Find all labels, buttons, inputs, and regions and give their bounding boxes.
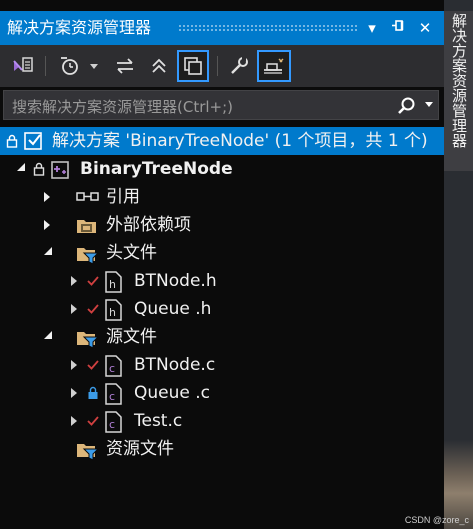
header-file-icon: h <box>105 271 122 293</box>
search-icon[interactable] <box>396 96 416 116</box>
solution-label: 解决方案 'BinaryTreeNode' (1 个项目，共 1 个) <box>52 131 428 151</box>
tree-row-references[interactable]: 引用 <box>0 183 444 211</box>
search-options-dropdown-icon[interactable] <box>425 102 433 107</box>
auto-hide-pin-icon[interactable] <box>388 18 408 38</box>
c-file-icon: c <box>105 411 122 433</box>
svg-text:c: c <box>109 362 115 375</box>
checkmark-icon <box>87 416 99 426</box>
collapsed-arrow-icon[interactable] <box>71 360 77 370</box>
external-dependencies-folder-icon <box>77 220 96 233</box>
toolbar-separator <box>45 56 46 76</box>
checkmark-icon <box>87 276 99 286</box>
tree-row-external-dependencies[interactable]: 外部依赖项 <box>0 211 444 239</box>
show-all-files-button[interactable] <box>177 50 209 82</box>
tree-row-solution[interactable]: 解决方案 'BinaryTreeNode' (1 个项目，共 1 个) <box>0 127 444 155</box>
checkmark-icon <box>87 360 99 370</box>
filter-folder-icon <box>77 444 100 461</box>
references-label: 引用 <box>106 187 140 207</box>
solution-explorer-panel: 解决方案资源管理器 ▾ ✕ 搜索解决方案资源管理器(Ctrl+;) 解决方案 '… <box>0 0 444 529</box>
pin-icon <box>392 20 404 31</box>
search-input[interactable]: 搜索解决方案资源管理器(Ctrl+;) <box>12 96 233 117</box>
collapsed-arrow-icon[interactable] <box>71 416 77 426</box>
chevron-down-icon <box>90 63 98 69</box>
c-file-icon: c <box>105 383 122 405</box>
header-file-icon: h <box>105 299 122 321</box>
tree-row-file[interactable]: c BTNode.c <box>0 351 444 379</box>
filter-folder-icon <box>77 332 100 349</box>
search-box[interactable]: 搜索解决方案资源管理器(Ctrl+;) <box>3 90 439 120</box>
switch-views-button[interactable] <box>9 52 37 80</box>
title-bar[interactable]: 解决方案资源管理器 ▾ ✕ <box>0 11 444 45</box>
preview-icon <box>264 58 284 74</box>
tree-row-file[interactable]: c Queue .c <box>0 379 444 407</box>
cpp-project-icon <box>51 161 69 179</box>
pending-changes-dropdown[interactable] <box>86 52 102 80</box>
solution-icon <box>24 132 42 150</box>
expanded-arrow-icon[interactable] <box>44 331 52 339</box>
preview-selected-items-button[interactable] <box>257 50 291 82</box>
tree-row-project[interactable]: BinaryTreeNode <box>0 155 444 183</box>
visual-studio-views-icon <box>13 57 33 72</box>
wrench-icon <box>231 57 248 74</box>
window-position-dropdown-icon[interactable]: ▾ <box>362 18 382 38</box>
resource-files-label: 资源文件 <box>106 439 174 459</box>
file-label: BTNode.h <box>134 271 217 291</box>
svg-text:h: h <box>109 278 116 291</box>
toolbar-separator <box>217 56 218 76</box>
tree-row-file[interactable]: c Test.c <box>0 407 444 435</box>
tree-row-file[interactable]: h Queue .h <box>0 295 444 323</box>
svg-text:c: c <box>109 390 115 403</box>
tree-row-header-files[interactable]: 头文件 <box>0 239 444 267</box>
expanded-arrow-icon[interactable] <box>17 163 25 171</box>
sync-with-active-document-button[interactable] <box>111 52 139 80</box>
watermark: CSDN @zore_c <box>404 515 469 525</box>
lock-icon <box>6 134 18 148</box>
references-icon <box>76 192 99 201</box>
project-label: BinaryTreeNode <box>80 159 233 179</box>
collapsed-arrow-icon[interactable] <box>71 388 77 398</box>
collapsed-arrow-icon[interactable] <box>44 192 50 202</box>
pending-changes-filter-button[interactable] <box>56 52 84 80</box>
lock-icon <box>88 386 98 399</box>
file-label: Test.c <box>134 411 183 431</box>
collapsed-arrow-icon[interactable] <box>71 304 77 314</box>
file-label: Queue .c <box>134 383 211 403</box>
lock-icon <box>33 162 45 176</box>
sync-arrows-icon <box>117 58 133 74</box>
source-files-label: 源文件 <box>106 327 157 347</box>
collapse-chevrons-icon <box>152 58 166 73</box>
show-all-files-icon <box>184 57 202 75</box>
header-files-label: 头文件 <box>106 243 157 263</box>
expanded-arrow-icon[interactable] <box>44 247 52 255</box>
toolbar <box>0 45 444 87</box>
side-tab-label[interactable]: 解决方案资源管理器 <box>450 13 468 148</box>
title-grip[interactable] <box>178 24 358 32</box>
svg-text:c: c <box>109 418 115 431</box>
collapse-all-button[interactable] <box>145 52 173 80</box>
collapsed-arrow-icon[interactable] <box>71 276 77 286</box>
tree-row-resource-files[interactable]: 资源文件 <box>0 435 444 463</box>
panel-title: 解决方案资源管理器 <box>7 18 152 37</box>
collapsed-arrow-icon[interactable] <box>44 220 50 230</box>
external-dependencies-label: 外部依赖项 <box>106 215 191 235</box>
close-icon[interactable]: ✕ <box>415 18 435 38</box>
svg-text:h: h <box>109 306 116 319</box>
tree-row-source-files[interactable]: 源文件 <box>0 323 444 351</box>
file-label: Queue .h <box>134 299 212 319</box>
checkmark-icon <box>87 304 99 314</box>
file-label: BTNode.c <box>134 355 216 375</box>
clock-history-icon <box>61 57 78 75</box>
properties-button[interactable] <box>225 52 253 80</box>
tree-row-file[interactable]: h BTNode.h <box>0 267 444 295</box>
c-file-icon: c <box>105 355 122 377</box>
filter-folder-icon <box>77 248 100 265</box>
